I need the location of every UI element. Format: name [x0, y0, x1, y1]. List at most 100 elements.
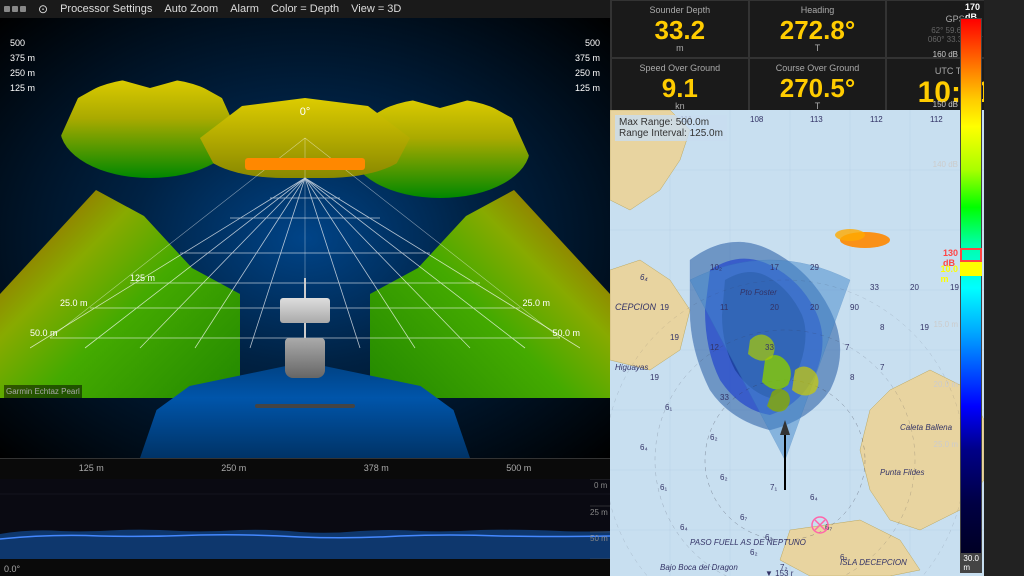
svg-text:10₂: 10₂: [710, 263, 722, 272]
range-label-250-left: 250 m: [10, 68, 35, 78]
svg-text:11: 11: [720, 303, 729, 312]
svg-text:6₄: 6₄: [810, 493, 818, 502]
svg-text:8: 8: [850, 373, 855, 382]
scroll-bar[interactable]: [255, 404, 355, 408]
sounder-depth-unit: m: [676, 43, 684, 53]
svg-text:Pto Foster: Pto Foster: [740, 288, 777, 297]
svg-text:6₂: 6₂: [750, 548, 758, 557]
boat-top: [280, 298, 330, 323]
3d-view-panel: 0° 500 375 m 250 m 125 m 500 375 m 250 m…: [0, 18, 610, 458]
profile-angle-label: 0.0°: [4, 564, 20, 574]
menu-icon: ⊙: [38, 2, 48, 16]
scale-label-20m: 20.0 m: [934, 380, 958, 389]
heading-label: Heading: [801, 5, 835, 15]
color-scale-gradient: [960, 18, 982, 558]
scale-label-140db: 140 dB: [933, 160, 958, 169]
menu-view-3d[interactable]: View = 3D: [351, 3, 401, 15]
svg-text:6₄: 6₄: [640, 273, 648, 282]
boat-body: [285, 338, 325, 378]
heading-unit: T: [815, 43, 821, 53]
svg-text:ISLA DECEPCION: ISLA DECEPCION: [840, 558, 907, 567]
svg-text:33: 33: [870, 283, 879, 292]
depth-scale-panel: 170 dB 160 dB 150 dB 140 dB 130 dB 10.0 …: [984, 0, 1024, 576]
dist-500: 500 m: [506, 463, 531, 473]
menu-color-depth[interactable]: Color = Depth: [271, 3, 339, 15]
boat-model: [275, 298, 335, 378]
profile-svg: 0 m 25 m 50 m: [0, 479, 610, 559]
course-cell: Course Over Ground 270.5° T: [749, 58, 887, 116]
svg-text:7: 7: [880, 363, 885, 372]
svg-text:20: 20: [810, 303, 819, 312]
svg-text:Higuayas: Higuayas: [615, 363, 648, 372]
chart-svg: 6₄ 19 19 19 6₁ 6₄ 6₁ 6₄ 10₂ 11 12 33 6₂ …: [610, 110, 984, 576]
svg-text:6₁: 6₁: [665, 403, 672, 412]
range-label-250-right: 250 m: [575, 68, 600, 78]
depth-label-125: 125 m: [130, 273, 155, 283]
svg-text:7: 7: [845, 343, 850, 352]
speed-value: 9.1: [662, 75, 698, 101]
svg-text:20: 20: [770, 303, 779, 312]
menu-auto-zoom[interactable]: Auto Zoom: [164, 3, 218, 15]
svg-text:17: 17: [770, 263, 779, 272]
svg-text:112: 112: [930, 115, 943, 124]
svg-text:112: 112: [870, 115, 883, 124]
svg-text:6₁: 6₁: [660, 483, 667, 492]
sounder-depth-value: 33.2: [655, 17, 706, 43]
course-value: 270.5°: [780, 75, 855, 101]
svg-text:29: 29: [810, 263, 819, 272]
svg-text:19: 19: [650, 373, 659, 382]
menu-alarm[interactable]: Alarm: [230, 3, 259, 15]
menu-processor-settings[interactable]: Processor Settings: [60, 3, 152, 15]
svg-text:Caleta Ballena: Caleta Ballena: [900, 423, 953, 432]
svg-text:Punta Fildes: Punta Fildes: [880, 468, 924, 477]
scale-bottom-value: 30.0 m: [960, 553, 982, 573]
range-label-375-left: 375 m: [10, 53, 35, 63]
range-label-375-right: 375 m: [575, 53, 600, 63]
svg-text:7₁: 7₁: [770, 483, 777, 492]
svg-text:19: 19: [950, 283, 959, 292]
dist-375: 378 m: [364, 463, 389, 473]
scale-label-15m: 15.0 m: [934, 320, 958, 329]
svg-text:90: 90: [850, 303, 859, 312]
svg-text:6₂: 6₂: [720, 473, 728, 482]
svg-text:19: 19: [660, 303, 669, 312]
svg-text:19: 19: [920, 323, 929, 332]
orange-range-bar: [245, 158, 365, 170]
bottom-info-label: Garmin Echtaz Pearl: [4, 385, 82, 398]
profile-view-panel: 125 m 250 m 378 m 500 m 0 m 25 m 50 m 0.…: [0, 458, 610, 576]
svg-text:12: 12: [710, 343, 719, 352]
range-label-125-left: 125 m: [10, 83, 35, 93]
scale-label-150db: 150 dB: [933, 100, 958, 109]
svg-text:PASO FUELL AS DE NEPTUNO: PASO FUELL AS DE NEPTUNO: [690, 538, 806, 547]
scale-label-160db: 160 dB: [933, 50, 958, 59]
dist-125: 125 m: [79, 463, 104, 473]
svg-text:6₄: 6₄: [680, 523, 688, 532]
svg-text:0 m: 0 m: [594, 481, 608, 490]
range-label-500-right: 500: [585, 38, 600, 48]
degree-indicator: 0°: [300, 106, 311, 118]
svg-text:19: 19: [670, 333, 679, 342]
speed-label: Speed Over Ground: [640, 63, 721, 73]
scale-highlight-10m: [960, 262, 982, 276]
course-label: Course Over Ground: [776, 63, 860, 73]
heading-value: 272.8°: [780, 17, 855, 43]
svg-text:113: 113: [810, 115, 823, 124]
sounder-depth-cell: Sounder Depth 33.2 m: [611, 0, 749, 58]
svg-text:33: 33: [720, 393, 729, 402]
svg-text:8: 8: [880, 323, 885, 332]
svg-text:Bajo Boca del Dragon: Bajo Boca del Dragon: [660, 563, 738, 572]
range-info: Max Range: 500.0m Range Interval: 125.0m: [615, 115, 727, 141]
scale-label-10m: 10.0 m: [940, 264, 958, 284]
dist-250: 250 m: [221, 463, 246, 473]
svg-text:CEPCION: CEPCION: [615, 302, 657, 312]
depth-label-25-left: 25.0 m: [60, 298, 88, 308]
scale-highlight-130db: [960, 248, 982, 262]
range-label-500-left: 500: [10, 38, 25, 48]
sounder-depth-label: Sounder Depth: [650, 5, 711, 15]
heading-cell: Heading 272.8° T: [749, 0, 887, 58]
svg-text:108: 108: [750, 115, 764, 124]
depth-label-50-bl: 50.0 m: [30, 328, 58, 338]
svg-text:6₂: 6₂: [710, 433, 718, 442]
menu-dots: [4, 6, 26, 12]
svg-text:33: 33: [765, 343, 774, 352]
